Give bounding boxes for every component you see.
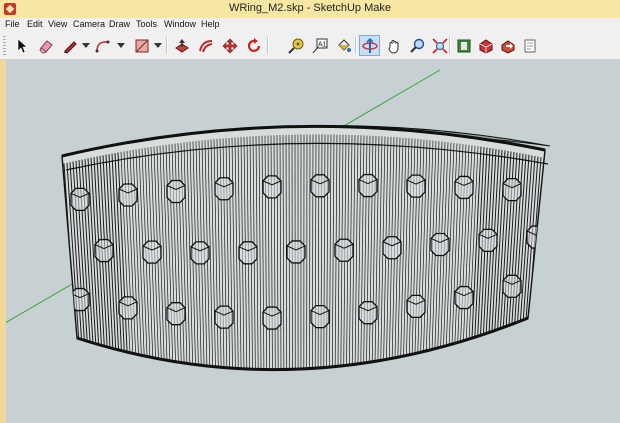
- menu-edit[interactable]: Edit: [27, 19, 43, 29]
- gem-facet: [190, 241, 210, 265]
- zoom-tool-icon[interactable]: [407, 35, 428, 56]
- gem-facet: [286, 240, 306, 264]
- gem-facet: [142, 240, 162, 264]
- gem-facet: [94, 238, 114, 263]
- menu-camera[interactable]: Camera: [73, 19, 105, 29]
- gem-facet: [454, 285, 474, 310]
- push-pull-tool-icon[interactable]: [171, 35, 192, 56]
- layout-send-icon[interactable]: [519, 35, 540, 56]
- menu-help[interactable]: Help: [201, 19, 220, 29]
- gem-facet: [118, 183, 138, 207]
- gem-facet: [406, 294, 426, 318]
- gem-facet: [358, 173, 378, 198]
- gem-facet: [118, 296, 138, 320]
- gem-facet: [334, 238, 354, 262]
- rotate-tool-icon[interactable]: [243, 35, 264, 56]
- zoom-extents-tool-icon[interactable]: [429, 35, 450, 56]
- offset-tool-icon[interactable]: [195, 35, 216, 56]
- model-canvas[interactable]: [0, 60, 620, 423]
- rectangle-tool-icon[interactable]: [131, 35, 152, 56]
- viewport-left-border: [0, 60, 6, 423]
- toolbar-separator: [166, 37, 168, 54]
- gem-facet: [238, 241, 258, 265]
- chevron-down-icon[interactable]: [117, 43, 125, 48]
- svg-text:A1: A1: [318, 41, 327, 48]
- chevron-down-icon[interactable]: [82, 43, 90, 48]
- extension-warehouse-icon[interactable]: [475, 35, 496, 56]
- gem-facet: [262, 175, 282, 199]
- gem-facet: [310, 304, 330, 329]
- gem-facet: [214, 305, 234, 329]
- toolbar-separator: [267, 37, 269, 54]
- gem-facet: [166, 179, 186, 204]
- tape-measure-tool-icon[interactable]: [285, 35, 306, 56]
- share-model-icon[interactable]: [497, 35, 518, 56]
- gem-facet: [214, 177, 234, 201]
- toolbar-separator: [449, 37, 451, 54]
- gem-facet: [430, 232, 450, 257]
- facet-line: [309, 134, 311, 369]
- chevron-down-icon[interactable]: [154, 43, 162, 48]
- move-tool-icon[interactable]: [219, 35, 240, 56]
- gem-facet: [310, 174, 330, 198]
- eraser-tool-icon[interactable]: [35, 35, 56, 56]
- arc-tool-icon[interactable]: [92, 35, 113, 56]
- menu-view[interactable]: View: [48, 19, 67, 29]
- toolbar-separator: [355, 37, 357, 54]
- menu-bar: File Edit View Camera Draw Tools Window …: [0, 18, 620, 32]
- toolbar-grip[interactable]: [3, 36, 6, 55]
- text-tool-icon[interactable]: A1: [309, 35, 330, 56]
- gem-facet: [262, 306, 282, 330]
- gem-facet: [478, 228, 498, 253]
- menu-file[interactable]: File: [5, 19, 20, 29]
- gem-facet: [502, 177, 522, 202]
- gem-facet: [382, 236, 402, 260]
- menu-window[interactable]: Window: [164, 19, 196, 29]
- menu-draw[interactable]: Draw: [109, 19, 130, 29]
- main-toolbar: A1: [0, 32, 620, 60]
- paint-bucket-tool-icon[interactable]: [333, 35, 354, 56]
- warehouse-tool-icon[interactable]: [453, 35, 474, 56]
- menu-tools[interactable]: Tools: [136, 19, 157, 29]
- model-viewport[interactable]: [0, 60, 620, 423]
- gem-facet: [358, 301, 378, 325]
- gem-facet: [70, 187, 90, 211]
- window-title: WRing_M2.skp - SketchUp Make: [229, 2, 391, 14]
- gem-facet: [166, 302, 186, 326]
- pan-tool-icon[interactable]: [383, 35, 404, 56]
- gem-facet: [406, 174, 426, 198]
- gem-facet: [502, 274, 522, 298]
- pencil-line-tool-icon[interactable]: [59, 35, 80, 56]
- orbit-tool-icon[interactable]: [359, 35, 380, 56]
- title-bar: WRing_M2.skp - SketchUp Make: [0, 0, 620, 19]
- gem-facet: [454, 175, 474, 200]
- select-tool-icon[interactable]: [11, 35, 32, 56]
